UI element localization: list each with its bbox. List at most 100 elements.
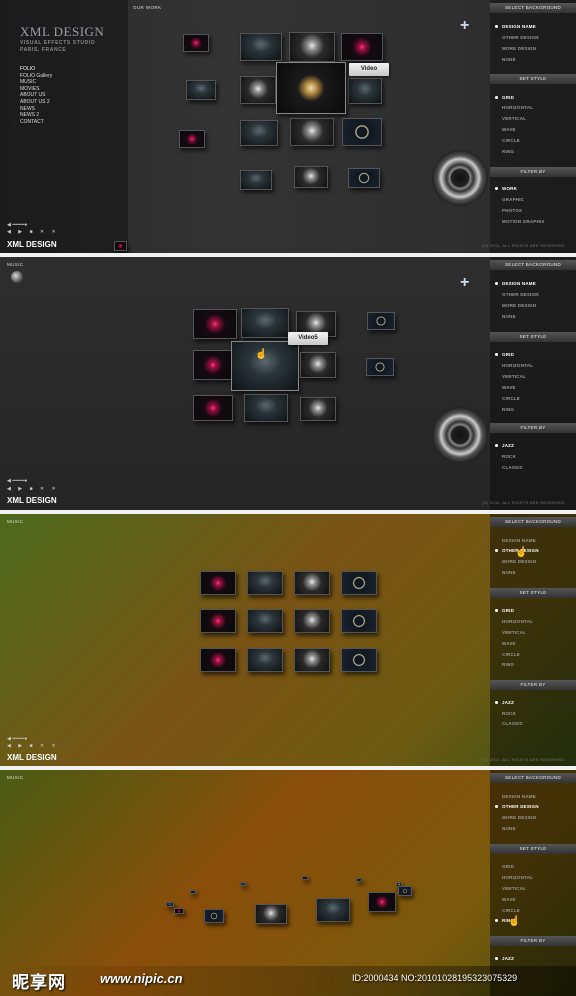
volume-slider[interactable]: ◀ ━━━━● [7,222,27,228]
filter-option-motion-graphix[interactable]: MOTION GRAPHIX [502,219,545,224]
style-option-grid[interactable]: GRID [502,864,514,869]
bg-option-more-design[interactable]: MORE DESIGN [502,559,536,564]
bg-option-more-design[interactable]: MORE DESIGN [502,303,536,308]
bg-option-design-name[interactable]: DESIGN NAME [495,281,536,286]
music-thumb[interactable] [174,908,184,914]
style-option-grid[interactable]: GRID [494,608,514,613]
music-thumb[interactable] [204,909,224,923]
music-thumb[interactable] [193,309,237,339]
portfolio-thumb[interactable] [342,118,382,146]
portfolio-thumb[interactable] [294,166,328,188]
add-icon[interactable]: + [460,17,469,35]
filter-option-rock[interactable]: ROCK [502,454,516,459]
music-thumb[interactable] [247,571,283,595]
style-option-horizontal[interactable]: HORIZONTAL [502,619,533,624]
style-option-circle[interactable]: CIRCLE [502,908,520,913]
menu-item-about-us[interactable]: ABOUT US [20,92,52,99]
style-option-horizontal[interactable]: HORIZONTAL [502,875,533,880]
portfolio-thumb[interactable] [290,118,334,146]
bg-option-none[interactable]: NONE [502,57,516,62]
bg-option-design-name[interactable]: DESIGN NAME [502,538,536,543]
music-thumb[interactable] [247,648,283,672]
style-option-wave[interactable]: WAVE [502,641,516,646]
music-thumb[interactable] [367,312,395,330]
music-thumb[interactable] [341,648,377,672]
portfolio-thumb[interactable] [240,120,278,146]
filter-option-jazz[interactable]: JAZZ [494,956,514,961]
music-thumb[interactable] [398,886,412,896]
volume-slider[interactable]: ◀ ━━━━● [7,736,27,742]
filter-option-jazz[interactable]: JAZZ [494,700,514,705]
style-option-vertical[interactable]: VERTICAL [502,886,526,891]
menu-item-contact[interactable]: CONTACT [20,119,52,126]
music-thumb[interactable] [241,308,289,338]
bg-option-other-design[interactable]: OTHER DESIGN [502,35,539,40]
filter-option-jazz[interactable]: JAZZ [494,443,514,448]
style-option-vertical[interactable]: VERTICAL [502,630,526,635]
bg-option-design-name[interactable]: DESIGN NAME [502,794,536,799]
portfolio-thumb[interactable] [183,34,209,52]
music-thumb[interactable] [200,648,236,672]
music-thumb[interactable] [341,571,377,595]
filter-option-classic[interactable]: CLASSIC [502,465,523,470]
menu-item-news[interactable]: NEWS [20,106,52,113]
player-controls[interactable]: ◀ ▶ ■ ✕ ✕ [7,229,59,235]
portfolio-thumb[interactable] [240,170,272,190]
filter-option-classic[interactable]: CLASSIC [502,721,523,726]
bg-option-design-name[interactable]: DESIGN NAME [495,24,536,29]
style-option-vertical[interactable]: VERTICAL [502,374,526,379]
style-option-wave[interactable]: WAVE [502,127,516,132]
music-thumb[interactable] [366,358,394,376]
filter-option-graphic[interactable]: GRAPHIC [502,197,524,202]
bg-option-other-design[interactable]: OTHER DESIGN [495,804,539,809]
portfolio-thumb-focused[interactable] [276,62,346,114]
music-thumb[interactable] [166,902,174,907]
music-thumb[interactable] [193,395,233,421]
portfolio-thumb[interactable] [240,76,276,104]
menu-item-about-us-2[interactable]: ABOUT US 2 [20,99,52,106]
style-option-grid[interactable]: GRID [494,95,514,100]
menu-item-news-2[interactable]: NEWS 2 [20,112,52,119]
menu-item-folio[interactable]: FOLIO [20,66,52,73]
music-thumb[interactable] [193,350,233,380]
music-thumb[interactable] [300,397,336,421]
bg-option-none[interactable]: NONE [502,570,516,575]
music-thumb[interactable] [356,878,362,882]
bg-option-other-design[interactable]: OTHER DESIGN [502,292,539,297]
globe-icon[interactable] [11,271,23,283]
music-thumb[interactable] [244,394,288,422]
filter-option-photos[interactable]: PHOTOS [502,208,522,213]
style-option-ring[interactable]: RING [502,407,514,412]
style-option-horizontal[interactable]: HORIZONTAL [502,105,533,110]
music-thumb[interactable] [368,892,396,912]
style-option-circle[interactable]: CIRCLE [502,138,520,143]
player-controls[interactable]: ◀ ▶ ■ ✕ ✕ [7,486,59,492]
music-thumb[interactable] [294,609,330,633]
portfolio-thumb[interactable] [348,78,382,104]
bg-option-none[interactable]: NONE [502,826,516,831]
menu-item-music[interactable]: MUSIC [20,79,52,86]
style-option-wave[interactable]: WAVE [502,385,516,390]
bg-option-more-design[interactable]: MORE DESIGN [502,46,536,51]
music-thumb[interactable] [300,352,336,378]
music-thumb[interactable] [316,898,350,922]
style-option-horizontal[interactable]: HORIZONTAL [502,363,533,368]
add-icon[interactable]: + [460,274,469,292]
portfolio-thumb[interactable] [179,130,205,148]
portfolio-thumb[interactable] [341,33,383,61]
player-controls[interactable]: ◀ ▶ ■ ✕ ✕ [7,743,59,749]
filter-option-work[interactable]: WORK [494,186,517,191]
style-option-ring[interactable]: RING [502,149,514,154]
music-thumb[interactable] [255,904,287,924]
music-thumb[interactable] [302,876,308,880]
music-thumb[interactable] [200,571,236,595]
mini-thumb[interactable] [114,241,127,251]
portfolio-thumb[interactable] [348,168,380,188]
style-option-wave[interactable]: WAVE [502,897,516,902]
music-thumb[interactable] [200,609,236,633]
music-thumb[interactable] [240,882,246,886]
portfolio-thumb[interactable] [289,32,335,62]
filter-option-rock[interactable]: ROCK [502,711,516,716]
style-option-grid[interactable]: GRID [494,352,514,357]
menu-item-movies[interactable]: MOVIES [20,86,52,93]
